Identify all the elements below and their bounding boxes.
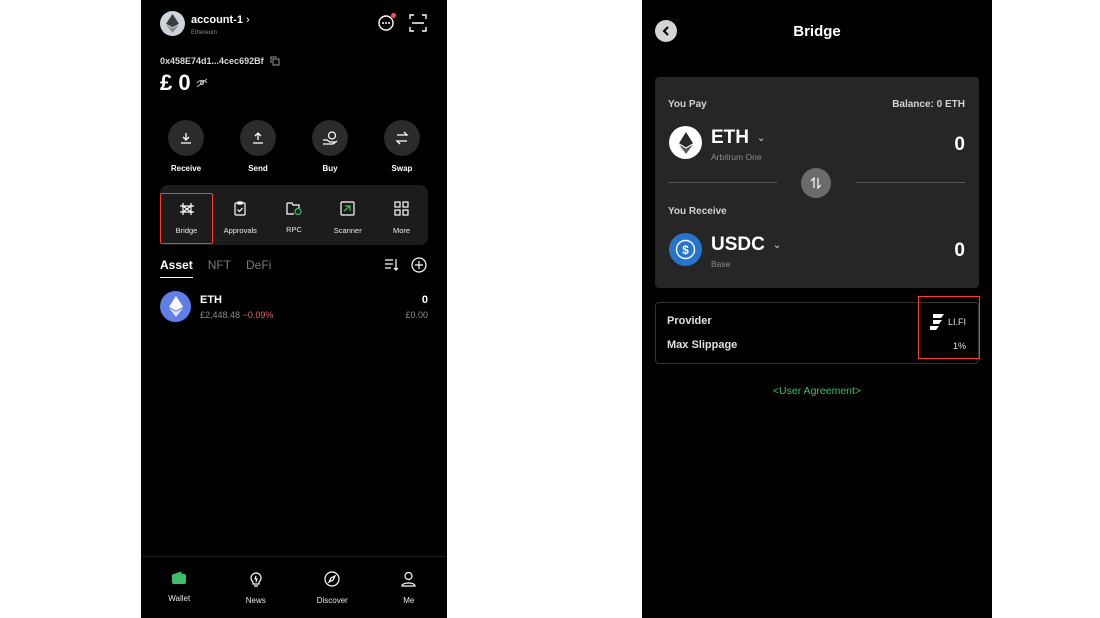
tools-panel: Bridge Approvals RPC Scanner More [160, 185, 428, 245]
pay-token-chain: Arbitrum One [711, 152, 762, 162]
wallet-screen: account-1 › Ethereum 0x458E74d1...4cec692… [141, 0, 447, 618]
swap-icon [384, 120, 420, 156]
asset-change: −0.09% [242, 310, 274, 320]
bridge-screen: Bridge You Pay Balance: 0 ETH ETH ⌄ Arbi… [642, 0, 992, 618]
receive-token-chain: Base [711, 259, 731, 269]
copy-icon[interactable] [270, 56, 280, 66]
pay-token-selector[interactable]: ETH ⌄ [711, 127, 765, 149]
chat-icon[interactable] [377, 13, 396, 32]
divider [668, 182, 777, 183]
tab-asset[interactable]: Asset [160, 258, 193, 278]
receive-token-symbol: USDC [711, 234, 765, 255]
download-icon [168, 120, 204, 156]
user-agreement-link[interactable]: <User Agreement> [642, 385, 992, 397]
swap-card: You Pay Balance: 0 ETH ETH ⌄ Arbitrum On… [655, 77, 979, 288]
chevron-right-icon: › [245, 14, 250, 26]
swap-direction-button[interactable] [801, 168, 831, 198]
bridge-tool[interactable]: Bridge [160, 193, 213, 244]
receive-label: You Receive [668, 206, 727, 217]
usdc-token-icon: $ [669, 233, 702, 266]
rpc-tool[interactable]: RPC [268, 185, 321, 245]
receive-button[interactable]: Receive [160, 120, 212, 173]
receive-amount: 0 [954, 240, 965, 261]
eth-token-icon [669, 126, 702, 159]
scanner-tool[interactable]: Scanner [321, 185, 374, 245]
user-icon [401, 571, 416, 587]
wallet-icon [172, 571, 187, 584]
receive-token-selector[interactable]: USDC ⌄ [711, 234, 781, 256]
highlight-box [918, 296, 980, 359]
chevron-down-icon: ⌄ [757, 132, 766, 144]
page-title: Bridge [793, 23, 841, 40]
ethereum-avatar-icon [160, 11, 185, 36]
asset-tabs: Asset NFT DeFi [160, 258, 271, 278]
pay-token-symbol: ETH [711, 127, 749, 148]
asset-price: £2,448.48 [200, 310, 241, 320]
grid-icon [394, 201, 409, 216]
upload-icon [240, 120, 276, 156]
pay-amount-input[interactable]: 0 [954, 134, 965, 156]
scan-icon[interactable] [409, 14, 427, 32]
folder-rpc-icon [286, 202, 302, 216]
provider-label: Provider [667, 315, 712, 327]
wallet-address[interactable]: 0x458E74d1...4cec692Bf [160, 56, 280, 66]
pay-label: You Pay [668, 99, 707, 110]
scanner-icon [340, 201, 355, 216]
chevron-down-icon: ⌄ [772, 239, 782, 251]
svg-text:$: $ [682, 243, 689, 257]
swap-button[interactable]: Swap [376, 120, 428, 173]
buy-button[interactable]: Buy [304, 120, 356, 173]
approvals-tool[interactable]: Approvals [214, 185, 267, 245]
divider [856, 182, 965, 183]
send-button[interactable]: Send [232, 120, 284, 173]
hide-balance-icon[interactable] [196, 78, 208, 88]
add-circle-icon[interactable] [411, 257, 427, 273]
nav-discover[interactable]: Discover [302, 571, 362, 618]
nav-me[interactable]: Me [379, 571, 439, 618]
nav-news[interactable]: News [226, 571, 286, 618]
asset-fiat-value: £0.00 [405, 310, 428, 320]
asset-name: ETH [200, 294, 222, 306]
balance-display: £ 0 [160, 70, 208, 96]
bottom-nav: Wallet News Discover Me [141, 556, 447, 618]
buy-coin-icon [312, 120, 348, 156]
clipboard-check-icon [234, 201, 246, 216]
account-selector[interactable]: account-1 › Ethereum [160, 11, 250, 36]
lightbulb-icon [250, 572, 262, 587]
account-chain: Ethereum [191, 30, 218, 36]
account-name: account-1 [191, 14, 243, 26]
nav-wallet[interactable]: Wallet [149, 571, 209, 618]
tab-defi[interactable]: DeFi [246, 258, 271, 278]
swap-vertical-icon [810, 177, 822, 189]
tab-nft[interactable]: NFT [208, 258, 231, 278]
notification-dot [391, 13, 396, 18]
more-tool[interactable]: More [375, 185, 428, 245]
list-item[interactable]: ETH £2,448.48 −0.09% 0 £0.00 [160, 291, 428, 323]
pay-balance: Balance: 0 ETH [892, 99, 965, 110]
compass-icon [324, 571, 340, 587]
quick-actions: Receive Send Buy Swap [160, 120, 428, 173]
bridge-icon [179, 203, 194, 215]
ethereum-token-icon [160, 291, 191, 322]
asset-amount: 0 [421, 294, 428, 306]
slippage-label: Max Slippage [667, 339, 738, 351]
sort-icon[interactable] [384, 257, 399, 272]
